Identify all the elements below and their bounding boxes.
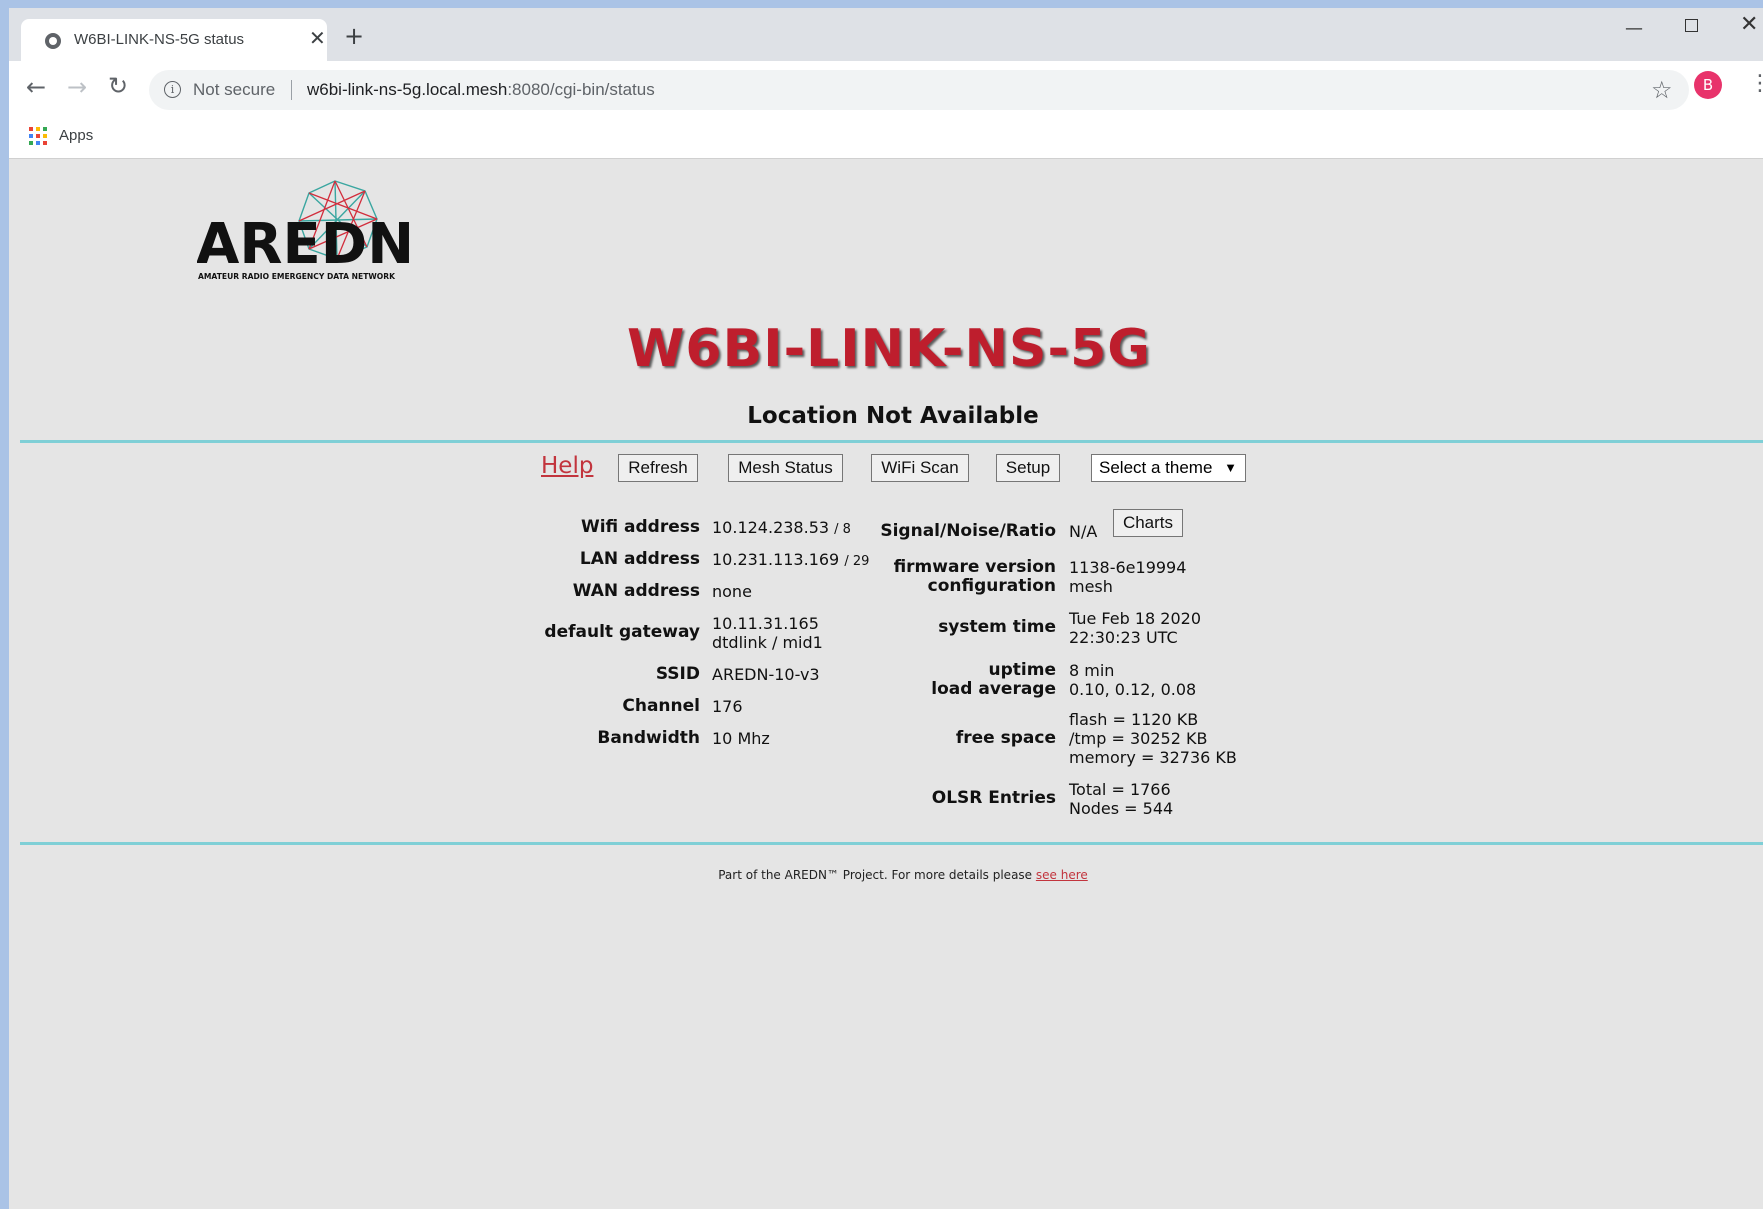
theme-select-value: Select a theme (1099, 458, 1213, 477)
location-text: Location Not Available (747, 403, 1039, 429)
mesh-status-button[interactable]: Mesh Status (728, 454, 843, 482)
new-tab-icon[interactable]: + (344, 24, 364, 48)
window-close-icon[interactable]: ✕ (1740, 12, 1758, 37)
browser-toolbar: ← → ↻ i Not secure w6bi-link-ns-5g.local… (9, 61, 1763, 118)
olsr-nodes-value: Nodes = 544 (1069, 799, 1174, 818)
bandwidth-value: 10 Mhz (712, 729, 770, 748)
wifi-address-label: Wifi address (580, 517, 700, 537)
browser-tab[interactable]: W6BI-LINK-NS-5G status ✕ (21, 19, 327, 61)
footer-text: Part of the AREDN™ Project. For more det… (718, 868, 1033, 882)
tab-title: W6BI-LINK-NS-5G status (74, 31, 245, 48)
system-time-label: system time (938, 617, 1056, 637)
free-flash-value: flash = 1120 KB (1069, 710, 1199, 729)
refresh-button[interactable]: Refresh (618, 454, 698, 482)
charts-button[interactable]: Charts (1113, 509, 1183, 537)
title-bar: W6BI-LINK-NS-5G status ✕ + — ✕ (9, 8, 1763, 61)
lan-address-label: LAN address (579, 549, 700, 569)
wifi-ip: 10.124.238.53 (712, 518, 830, 537)
wifi-address-value: 10.124.238.53 / 8 (712, 518, 851, 539)
logo-text: AREDN (197, 212, 414, 277)
help-link[interactable]: Help (541, 453, 593, 479)
node-name-title: W6BI-LINK-NS-5G (627, 319, 1151, 379)
globe-icon (45, 33, 61, 49)
browser-window: W6BI-LINK-NS-5G status ✕ + — ✕ ← → ↻ i N… (9, 8, 1763, 1209)
snr-value: N/A (1069, 522, 1098, 541)
footer-link[interactable]: see here (1036, 868, 1088, 882)
gateway-link: dtdlink / mid1 (712, 633, 823, 652)
ssid-value: AREDN-10-v3 (712, 665, 820, 684)
minimize-icon[interactable]: — (1625, 18, 1643, 39)
footer: Part of the AREDN™ Project. For more det… (9, 868, 1763, 882)
tab-close-icon[interactable]: ✕ (309, 28, 326, 48)
snr-label: Signal/Noise/Ratio (880, 521, 1056, 541)
dropdown-arrow-icon: ▼ (1224, 460, 1237, 475)
bandwidth-label: Bandwidth (597, 728, 700, 748)
bottom-divider (20, 842, 1763, 845)
configuration-label: configuration (927, 576, 1056, 596)
gateway-label: default gateway (544, 622, 700, 642)
uptime-value: 8 min (1069, 661, 1115, 680)
load-average-value: 0.10, 0.12, 0.08 (1069, 680, 1197, 699)
forward-arrow-icon[interactable]: → (67, 73, 87, 101)
profile-avatar[interactable]: B (1694, 71, 1722, 99)
maximize-icon[interactable] (1685, 19, 1698, 32)
channel-label: Channel (622, 696, 700, 716)
gateway-ip: 10.11.31.165 (712, 614, 819, 633)
load-average-label: load average (931, 679, 1056, 699)
logo-subtitle: AMATEUR RADIO EMERGENCY DATA NETWORK (198, 272, 396, 281)
olsr-total-value: Total = 1766 (1069, 780, 1171, 799)
reload-icon[interactable]: ↻ (108, 72, 128, 100)
channel-value: 176 (712, 697, 743, 716)
firmware-label: firmware version (893, 557, 1056, 577)
address-divider (291, 80, 292, 100)
wifi-scan-button[interactable]: WiFi Scan (871, 454, 969, 482)
theme-select[interactable]: Select a theme ▼ (1091, 454, 1246, 482)
uptime-label: uptime (988, 660, 1056, 680)
free-tmp-value: /tmp = 30252 KB (1069, 729, 1208, 748)
wan-address-value: none (712, 582, 752, 601)
bookmark-star-icon[interactable]: ☆ (1651, 76, 1673, 104)
info-icon[interactable]: i (164, 81, 181, 98)
lan-ip: 10.231.113.169 (712, 550, 840, 569)
url-text[interactable]: w6bi-link-ns-5g.local.mesh:8080/cgi-bin/… (307, 80, 655, 100)
wan-address-label: WAN address (572, 581, 700, 601)
apps-bookmark[interactable]: Apps (59, 127, 93, 144)
firmware-value: 1138-6e19994 (1069, 558, 1187, 577)
top-divider (20, 440, 1763, 443)
address-bar[interactable]: i Not secure w6bi-link-ns-5g.local.mesh:… (149, 70, 1689, 110)
free-space-label: free space (955, 728, 1056, 748)
menu-dots-icon[interactable]: ⋮ (1749, 71, 1763, 96)
bookmarks-bar: Apps (9, 118, 1763, 159)
security-label[interactable]: Not secure (193, 80, 275, 100)
system-clock-value: 22:30:23 UTC (1069, 628, 1178, 647)
url-host: w6bi-link-ns-5g.local.mesh (307, 80, 508, 99)
free-memory-value: memory = 32736 KB (1069, 748, 1237, 767)
aredn-logo: AREDN AMATEUR RADIO EMERGENCY DATA NETWO… (197, 180, 414, 281)
olsr-entries-label: OLSR Entries (931, 788, 1056, 808)
ssid-label: SSID (655, 664, 700, 684)
configuration-value: mesh (1069, 577, 1113, 596)
setup-button[interactable]: Setup (996, 454, 1060, 482)
apps-grid-icon[interactable] (29, 127, 49, 147)
back-arrow-icon[interactable]: ← (26, 73, 46, 101)
system-date-value: Tue Feb 18 2020 (1069, 609, 1201, 628)
url-path: :8080/cgi-bin/status (507, 80, 655, 99)
page-content: AREDN AMATEUR RADIO EMERGENCY DATA NETWO… (9, 159, 1763, 1209)
